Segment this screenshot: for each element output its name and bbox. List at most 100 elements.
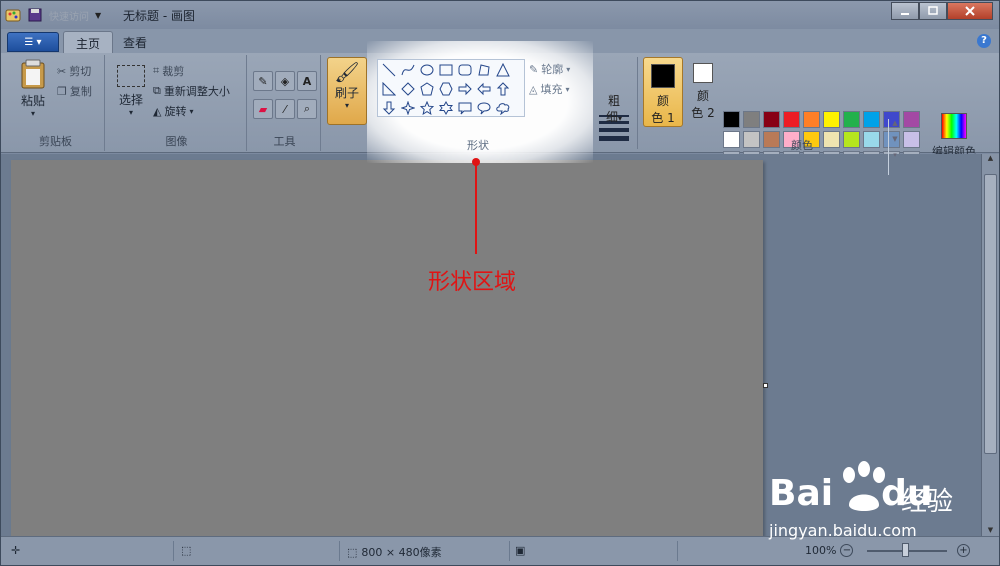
palette-swatch[interactable] [863,111,880,128]
shape-pentagon-icon [420,82,434,96]
outline-button[interactable]: ✎ 轮廓 ▾ [529,61,570,77]
paste-button[interactable]: 粘贴 ▾ [13,59,53,118]
palette-swatch[interactable] [823,131,840,148]
color-picker-tool[interactable]: ⁄ [275,99,295,119]
help-icon[interactable]: ? [977,34,991,48]
shape-oval[interactable] [418,61,436,79]
minimize-button[interactable] [891,2,919,20]
brush-icon: 🖌 [334,60,360,84]
rotate-button[interactable]: ◭ 旋转 ▾ [153,103,193,119]
shape-callout-oval[interactable] [475,99,493,117]
shapes-scroll-up-icon[interactable]: ▲ [889,119,901,127]
palette-swatch[interactable] [903,111,920,128]
shape-star6[interactable] [437,99,455,117]
palette-swatch[interactable] [903,131,920,148]
palette-swatch[interactable] [743,131,760,148]
scroll-up-icon[interactable]: ▲ [982,154,999,162]
shape-arrow-down[interactable] [380,99,398,117]
palette-swatch[interactable] [843,131,860,148]
drawing-canvas[interactable] [11,160,763,536]
shapes-gallery[interactable]: ▲ ▼ ▾ [377,59,898,175]
shape-arrow-left[interactable] [475,80,493,98]
shape-line-icon [382,63,396,77]
shapes-expand-icon[interactable]: ▾ [889,151,901,159]
app-menu-button[interactable]: ☰ ▾ [7,32,59,52]
maximize-button[interactable] [919,2,947,20]
tools-group-label: 工具 [273,135,296,148]
annotation-text: 形状区域 [428,270,517,295]
outline-label: 轮廓 [541,63,564,76]
crop-icon: ⌗ [153,64,160,77]
shape-star5[interactable] [418,99,436,117]
shape-polygon[interactable] [475,61,493,79]
shape-triangle[interactable] [494,61,512,79]
select-label: 选择 [118,93,143,107]
palette-swatch[interactable] [723,111,740,128]
shapes-scroll[interactable]: ▲ ▼ ▾ [888,119,901,175]
cut-button[interactable]: ✂ 剪切 [57,63,91,79]
tab-view[interactable]: 查看 [111,31,159,53]
fill-button[interactable]: ◬ 填充 ▾ [529,81,569,97]
paint-app-icon[interactable] [5,7,21,23]
shape-rectangle[interactable] [437,61,455,79]
palette-swatch[interactable] [863,131,880,148]
qat-label[interactable]: 快速访问 [49,8,89,23]
edit-colors-button[interactable]: 编辑颜色 [929,111,979,159]
eraser-tool[interactable]: ▰ [253,99,273,119]
palette-swatch[interactable] [743,111,760,128]
size-label[interactable]: 粗 细▾ [603,93,625,127]
ribbon-divider [637,57,638,149]
shapes-scroll-down-icon[interactable]: ▼ [889,135,901,143]
pencil-tool[interactable]: ✎ [253,71,273,91]
fill-label: 填充 [540,83,563,96]
shape-arrow-down-icon [382,101,396,115]
scrollbar-thumb[interactable] [984,174,997,454]
shape-curve[interactable] [399,61,417,79]
canvas-size-icon: ⬚ [347,545,358,559]
palette-swatch[interactable] [723,131,740,148]
palette-swatch[interactable] [823,111,840,128]
shape-arrow-up[interactable] [494,80,512,98]
eraser-icon: ▰ [258,102,268,116]
magnifier-tool[interactable]: ⌕ [297,99,317,119]
shape-callout-cloud[interactable] [494,99,512,117]
rotate-label: 旋转 [164,105,187,118]
shape-curve-icon [401,64,415,76]
color1-button[interactable]: 颜 色 1 [643,57,683,127]
close-button[interactable] [947,2,993,20]
color2-button[interactable]: 颜 色 2 [683,57,723,127]
brushes-button[interactable]: 🖌 刷子 ▾ [327,57,367,125]
shape-callout-rect[interactable] [456,99,474,117]
crop-label: 裁剪 [162,65,185,78]
crop-button[interactable]: ⌗ 裁剪 [153,63,184,79]
palette-swatch[interactable] [763,131,780,148]
palette-swatch[interactable] [803,111,820,128]
resize-button[interactable]: ⧉ 重新调整大小 [153,83,230,99]
move-cursor-icon: ✛ [11,544,21,557]
palette-swatch[interactable] [783,111,800,128]
tab-home[interactable]: 主页 [63,31,114,53]
shape-diamond[interactable] [399,80,417,98]
qat-dropdown-icon[interactable]: ▼ [95,11,101,20]
select-button[interactable]: 选择 ▾ [113,65,149,117]
text-tool[interactable]: A [297,71,317,91]
fill-tool[interactable]: ◈ [275,71,295,91]
status-separator [677,541,678,561]
file-size: ▣ [515,544,525,557]
status-separator [173,541,174,561]
shape-line[interactable] [380,61,398,79]
copy-button[interactable]: ❐ 复制 [57,83,92,99]
shape-rectangle-icon [439,64,453,76]
palette-swatch[interactable] [843,111,860,128]
shape-right-triangle[interactable] [380,80,398,98]
canvas-resize-handle[interactable] [763,383,768,388]
shape-pentagon[interactable] [418,80,436,98]
shape-arrow-right[interactable] [456,80,474,98]
palette-swatch[interactable] [763,111,780,128]
size-line-4 [599,136,629,141]
image-group-label: 图像 [165,135,188,148]
shape-rounded-rect[interactable] [456,61,474,79]
shape-hexagon[interactable] [437,80,455,98]
save-icon[interactable] [27,7,43,23]
shape-star4[interactable] [399,99,417,117]
